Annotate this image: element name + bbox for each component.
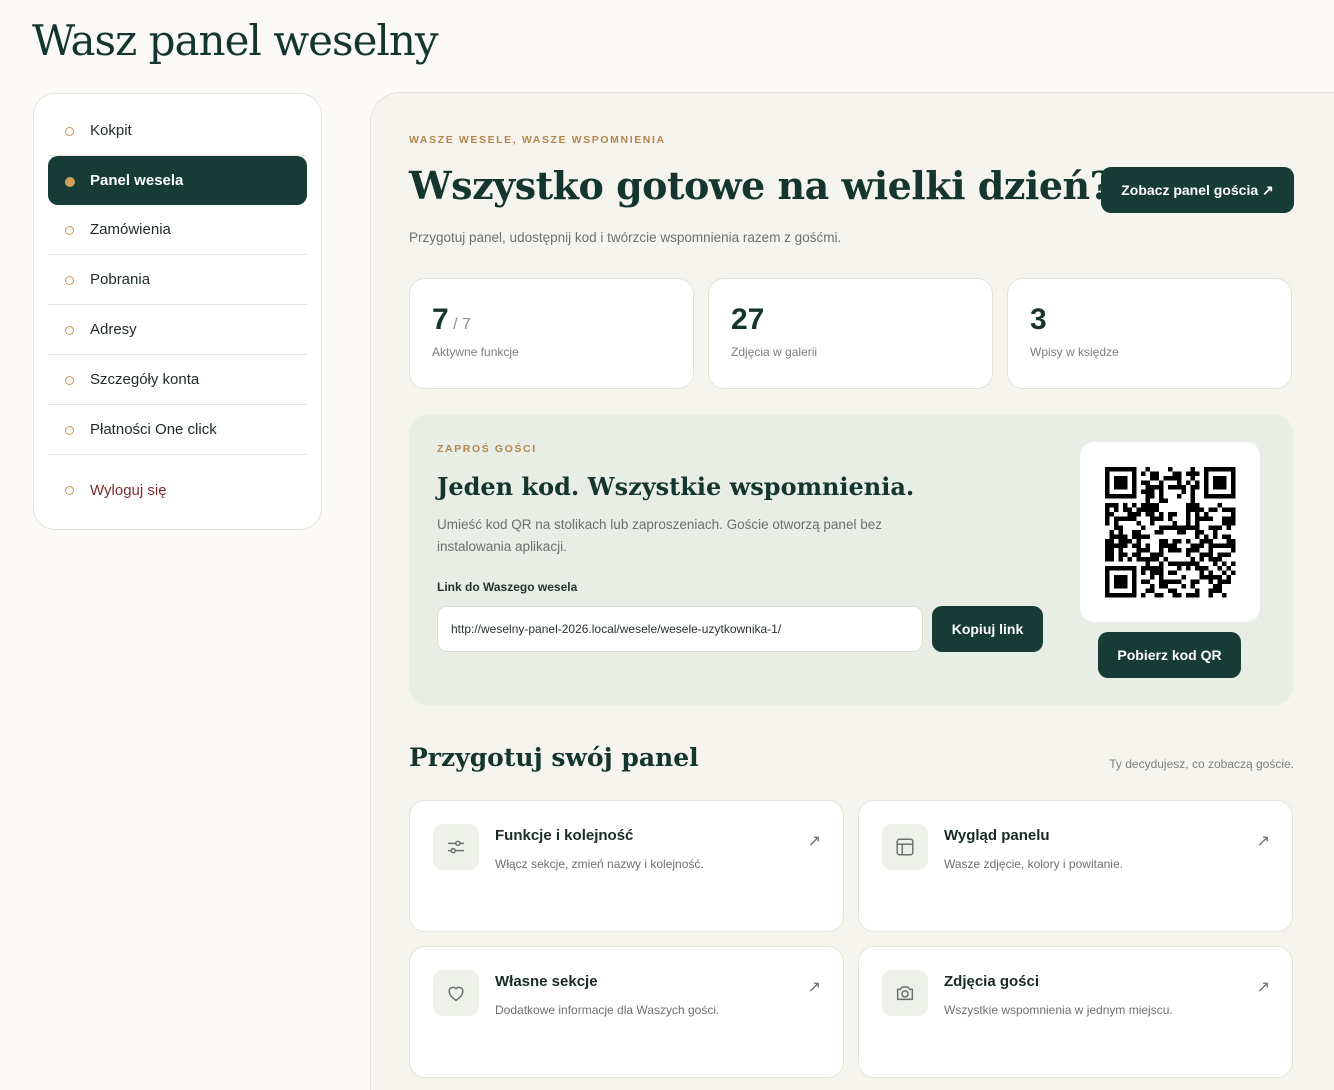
sidebar: Kokpit Panel wesela Zamówienia Pobrania … xyxy=(33,93,322,530)
invite-description: Umieść kod QR na stolikach lub zaproszen… xyxy=(437,517,882,554)
sidebar-item-zamowienia[interactable]: Zamówienia xyxy=(48,205,307,255)
stat-label: Aktywne funkcje xyxy=(432,345,519,359)
stat-value: 27 xyxy=(731,303,765,336)
section-title: Przygotuj swój panel xyxy=(409,743,699,772)
card-custom-sections[interactable]: Własne sekcje Dodatkowe informacje dla W… xyxy=(409,946,844,1078)
card-appearance[interactable]: Wygląd panelu Wasze zdjęcie, kolory i po… xyxy=(858,800,1293,932)
sidebar-item-szczegoly-konta[interactable]: Szczegóły konta xyxy=(48,355,307,405)
card-description: Wszystkie wspomnienia w jednym miejscu. xyxy=(944,1003,1173,1017)
stat-card-features: 7 / 7 Aktywne funkcje xyxy=(409,278,694,389)
bullet-icon xyxy=(65,486,74,495)
wedding-link-input[interactable] xyxy=(437,606,923,652)
stat-label: Zdjęcia w galerii xyxy=(731,345,818,359)
card-title: Funkcje i kolejność xyxy=(495,827,634,844)
arrow-icon: ↗ xyxy=(807,833,821,850)
sidebar-item-label: Zamówienia xyxy=(90,221,171,238)
hero-title: Wszystko gotowe na wielki dzień? xyxy=(409,163,1112,208)
sidebar-item-kokpit[interactable]: Kokpit xyxy=(48,106,307,156)
sliders-icon xyxy=(433,824,479,870)
sidebar-item-label: Płatności One click xyxy=(90,421,217,438)
stat-value: 3 xyxy=(1030,303,1047,336)
hero-eyebrow: WASZE WESELE, WASZE WSPOMNIENIA xyxy=(409,134,666,146)
hero-subtitle: Przygotuj panel, udostępnij kod i twórzc… xyxy=(409,230,842,245)
section-note: Ty decydujesz, co zobaczą goście. xyxy=(1109,757,1294,771)
sidebar-item-platnosci[interactable]: Płatności One click xyxy=(48,405,307,455)
arrow-icon: ↗ xyxy=(1256,979,1270,996)
stat-card-guestbook: 3 Wpisy w księdze xyxy=(1007,278,1292,389)
sidebar-item-label: Panel wesela xyxy=(90,172,184,189)
card-title: Własne sekcje xyxy=(495,973,598,990)
layout-icon xyxy=(882,824,928,870)
invite-title: Jeden kod. Wszystkie wspomnienia. xyxy=(437,472,915,501)
bullet-icon xyxy=(65,275,74,285)
sidebar-item-label: Szczegóły konta xyxy=(90,371,200,388)
sidebar-item-wyloguj[interactable]: Wyloguj się xyxy=(48,455,307,521)
bullet-icon xyxy=(65,126,74,136)
page-title: Wasz panel weselny xyxy=(32,16,439,65)
link-label: Link do Waszego wesela xyxy=(437,580,578,594)
sidebar-item-pobrania[interactable]: Pobrania xyxy=(48,255,307,305)
camera-icon xyxy=(882,970,928,1016)
sidebar-item-label: Wyloguj się xyxy=(90,481,167,499)
card-description: Włącz sekcje, zmień nazwy i kolejność. xyxy=(495,857,704,871)
arrow-icon: ↗ xyxy=(1256,833,1270,850)
copy-link-button[interactable]: Kopiuj link xyxy=(932,606,1043,652)
sidebar-item-label: Pobrania xyxy=(90,271,151,288)
heart-icon xyxy=(433,970,479,1016)
card-guest-photos[interactable]: Zdjęcia gości Wszystkie wspomnienia w je… xyxy=(858,946,1293,1078)
invite-eyebrow: ZAPROŚ GOŚCI xyxy=(437,443,537,455)
card-functions[interactable]: Funkcje i kolejność Włącz sekcje, zmień … xyxy=(409,800,844,932)
stat-value: 7 xyxy=(432,303,449,336)
main-panel: WASZE WESELE, WASZE WSPOMNIENIA Wszystko… xyxy=(370,92,1334,1090)
qr-code-icon xyxy=(1105,467,1236,598)
sidebar-item-label: Kokpit xyxy=(90,122,132,139)
card-description: Dodatkowe informacje dla Waszych gości. xyxy=(495,1003,720,1017)
stat-total: / 7 xyxy=(453,316,471,333)
bullet-icon xyxy=(65,225,74,235)
sidebar-item-adresy[interactable]: Adresy xyxy=(48,305,307,355)
sidebar-item-panel-wesela[interactable]: Panel wesela xyxy=(48,156,307,205)
card-title: Wygląd panelu xyxy=(944,827,1050,844)
sidebar-item-label: Adresy xyxy=(90,321,137,338)
invite-panel: ZAPROŚ GOŚCI Jeden kod. Wszystkie wspomn… xyxy=(409,414,1293,706)
stat-label: Wpisy w księdze xyxy=(1030,345,1119,359)
arrow-icon: ↗ xyxy=(807,979,821,996)
card-title: Zdjęcia gości xyxy=(944,973,1040,990)
bullet-icon xyxy=(65,325,74,335)
guest-panel-button[interactable]: Zobacz panel gościa ↗ xyxy=(1101,167,1294,213)
qr-code xyxy=(1080,442,1260,622)
bullet-icon xyxy=(65,375,74,385)
card-description: Wasze zdjęcie, kolory i powitanie. xyxy=(944,857,1123,871)
bullet-icon xyxy=(65,176,75,187)
download-qr-button[interactable]: Pobierz kod QR xyxy=(1098,632,1241,678)
stat-card-photos: 27 Zdjęcia w galerii xyxy=(708,278,993,389)
bullet-icon xyxy=(65,425,74,435)
